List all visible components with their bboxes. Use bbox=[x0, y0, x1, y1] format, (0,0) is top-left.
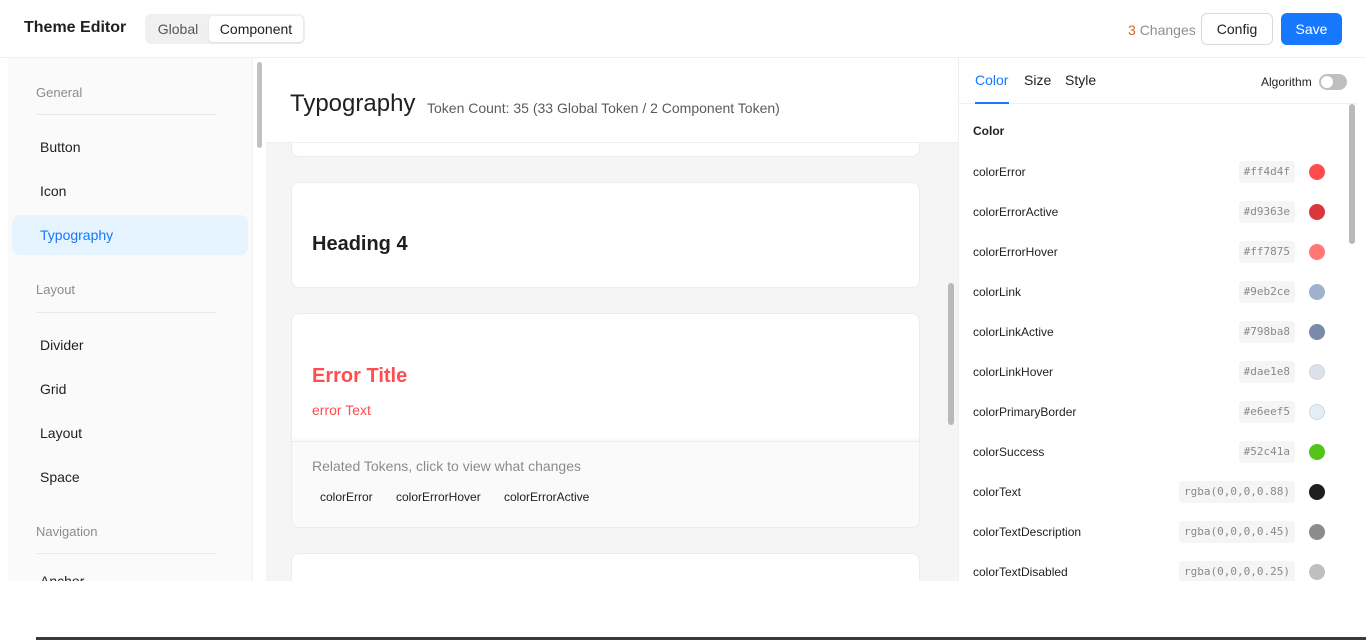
token-name: colorErrorActive bbox=[973, 205, 1059, 219]
active-tab-indicator bbox=[975, 102, 1009, 104]
token-name: colorTextDescription bbox=[973, 525, 1082, 539]
color-swatch[interactable] bbox=[1309, 404, 1325, 420]
section-title: Color bbox=[973, 124, 1005, 138]
tab-color[interactable]: Color bbox=[975, 72, 1008, 88]
token-value[interactable]: #9eb2ce bbox=[1238, 281, 1295, 303]
tab-style[interactable]: Style bbox=[1065, 72, 1096, 88]
config-button[interactable]: Config bbox=[1201, 13, 1273, 45]
token-name: colorPrimaryBorder bbox=[973, 405, 1077, 419]
page-title: Typography bbox=[290, 90, 416, 117]
color-swatch[interactable] bbox=[1309, 244, 1325, 260]
token-name: colorErrorHover bbox=[973, 245, 1058, 259]
error-title-demo: Error Title bbox=[312, 365, 408, 387]
token-value[interactable]: rgba(0,0,0,0.45) bbox=[1179, 521, 1295, 543]
token-row[interactable]: colorSuccess #52c41a bbox=[959, 432, 1339, 472]
color-swatch[interactable] bbox=[1309, 364, 1325, 380]
token-row[interactable]: colorErrorHover #ff7875 bbox=[959, 232, 1339, 272]
preview-card-heading: Heading 4 bbox=[291, 182, 920, 288]
top-header: Theme Editor Global Component 3 Changes … bbox=[0, 0, 1366, 58]
group-divider bbox=[36, 312, 216, 313]
sidebar-item-typography[interactable]: Typography bbox=[12, 215, 248, 255]
token-row[interactable]: colorTextDescription rgba(0,0,0,0.45) bbox=[959, 512, 1339, 552]
preview-scrollbar[interactable] bbox=[948, 283, 954, 425]
group-divider bbox=[36, 114, 216, 115]
preview-header: Typography Token Count: 35 (33 Global To… bbox=[266, 58, 958, 143]
token-tabs: Color Size Style Algorithm bbox=[959, 58, 1358, 104]
token-row[interactable]: colorPrimaryBorder #e6eef5 bbox=[959, 392, 1339, 432]
app-title: Theme Editor bbox=[24, 19, 127, 36]
token-row[interactable]: colorErrorActive #d9363e bbox=[959, 192, 1339, 232]
changes-label: Changes bbox=[1139, 22, 1196, 38]
color-swatch[interactable] bbox=[1309, 284, 1325, 300]
token-row[interactable]: colorLinkActive #798ba8 bbox=[959, 312, 1339, 352]
sidebar-item-space[interactable]: Space bbox=[12, 457, 248, 497]
color-swatch[interactable] bbox=[1309, 484, 1325, 500]
token-panel-scrollbar[interactable] bbox=[1349, 104, 1355, 244]
tab-size[interactable]: Size bbox=[1024, 72, 1051, 88]
changes-indicator[interactable]: 3 Changes bbox=[1128, 22, 1196, 38]
token-value[interactable]: #52c41a bbox=[1238, 441, 1295, 463]
window-edge bbox=[1358, 58, 1366, 581]
token-name: colorLinkActive bbox=[973, 325, 1054, 339]
preview-card-error: Error Title error Text Related Tokens, c… bbox=[291, 313, 920, 528]
mode-segmented-control: Global Component bbox=[145, 14, 305, 44]
group-title-navigation: Navigation bbox=[36, 524, 98, 539]
segment-global[interactable]: Global bbox=[147, 16, 209, 42]
token-value[interactable]: #d9363e bbox=[1238, 201, 1295, 223]
group-title-general: General bbox=[36, 85, 83, 100]
sidebar-scrollbar[interactable] bbox=[257, 62, 262, 148]
sidebar-item-anchor[interactable]: Anchor bbox=[12, 561, 248, 581]
token-row[interactable]: colorLink #9eb2ce bbox=[959, 272, 1339, 312]
token-value[interactable]: #ff4d4f bbox=[1238, 161, 1295, 183]
sidebar-item-grid[interactable]: Grid bbox=[12, 369, 248, 409]
component-sidebar: General Button Icon Typography Layout Di… bbox=[8, 58, 253, 581]
group-divider bbox=[36, 553, 216, 554]
token-value[interactable]: rgba(0,0,0,0.25) bbox=[1179, 561, 1295, 581]
token-value[interactable]: #e6eef5 bbox=[1238, 401, 1295, 423]
token-value[interactable]: #798ba8 bbox=[1238, 321, 1295, 343]
related-token-tag[interactable]: colorErrorHover bbox=[396, 490, 481, 504]
heading4-demo: Heading 4 bbox=[312, 233, 408, 255]
token-value[interactable]: rgba(0,0,0,0.88) bbox=[1179, 481, 1295, 503]
token-name: colorText bbox=[973, 485, 1022, 499]
token-row[interactable]: colorTextDisabled rgba(0,0,0,0.25) bbox=[959, 552, 1339, 581]
color-swatch[interactable] bbox=[1309, 164, 1325, 180]
segment-component[interactable]: Component bbox=[209, 16, 303, 42]
color-swatch[interactable] bbox=[1309, 564, 1325, 580]
save-button[interactable]: Save bbox=[1281, 13, 1342, 45]
changes-count: 3 bbox=[1128, 22, 1136, 38]
related-token-tag[interactable]: colorErrorActive bbox=[504, 490, 589, 504]
color-swatch[interactable] bbox=[1309, 324, 1325, 340]
related-tokens-label: Related Tokens, click to view what chang… bbox=[312, 458, 581, 474]
related-token-tag[interactable]: colorError bbox=[320, 490, 373, 504]
token-value[interactable]: #ff7875 bbox=[1238, 241, 1295, 263]
related-tokens: Related Tokens, click to view what chang… bbox=[292, 441, 919, 527]
token-name: colorLinkHover bbox=[973, 365, 1054, 379]
token-name: colorSuccess bbox=[973, 445, 1045, 459]
token-value[interactable]: #dae1e8 bbox=[1238, 361, 1295, 383]
token-name: colorTextDisabled bbox=[973, 565, 1068, 579]
token-count: Token Count: 35 (33 Global Token / 2 Com… bbox=[427, 100, 780, 116]
token-panel: Color Size Style Algorithm Color colorEr… bbox=[958, 58, 1358, 581]
token-row[interactable]: colorLinkHover #dae1e8 bbox=[959, 352, 1339, 392]
token-name: colorError bbox=[973, 165, 1026, 179]
color-swatch[interactable] bbox=[1309, 524, 1325, 540]
color-swatch[interactable] bbox=[1309, 444, 1325, 460]
token-row[interactable]: colorError #ff4d4f bbox=[959, 152, 1339, 192]
algorithm-label: Algorithm bbox=[1261, 75, 1312, 89]
toggle-knob bbox=[1321, 76, 1333, 88]
algorithm-toggle[interactable] bbox=[1319, 74, 1347, 90]
group-title-layout: Layout bbox=[36, 282, 76, 297]
token-row[interactable]: colorText rgba(0,0,0,0.88) bbox=[959, 472, 1339, 512]
sidebar-item-layout[interactable]: Layout bbox=[12, 413, 248, 453]
sidebar-item-divider[interactable]: Divider bbox=[12, 325, 248, 365]
sidebar-item-button[interactable]: Button bbox=[12, 127, 248, 167]
sidebar-item-icon[interactable]: Icon bbox=[12, 171, 248, 211]
error-text-demo: error Text bbox=[312, 402, 371, 418]
token-name: colorLink bbox=[973, 285, 1022, 299]
preview-area: Heading 4 Error Title error Text Related… bbox=[266, 58, 958, 581]
color-swatch[interactable] bbox=[1309, 204, 1325, 220]
preview-card bbox=[291, 553, 920, 581]
